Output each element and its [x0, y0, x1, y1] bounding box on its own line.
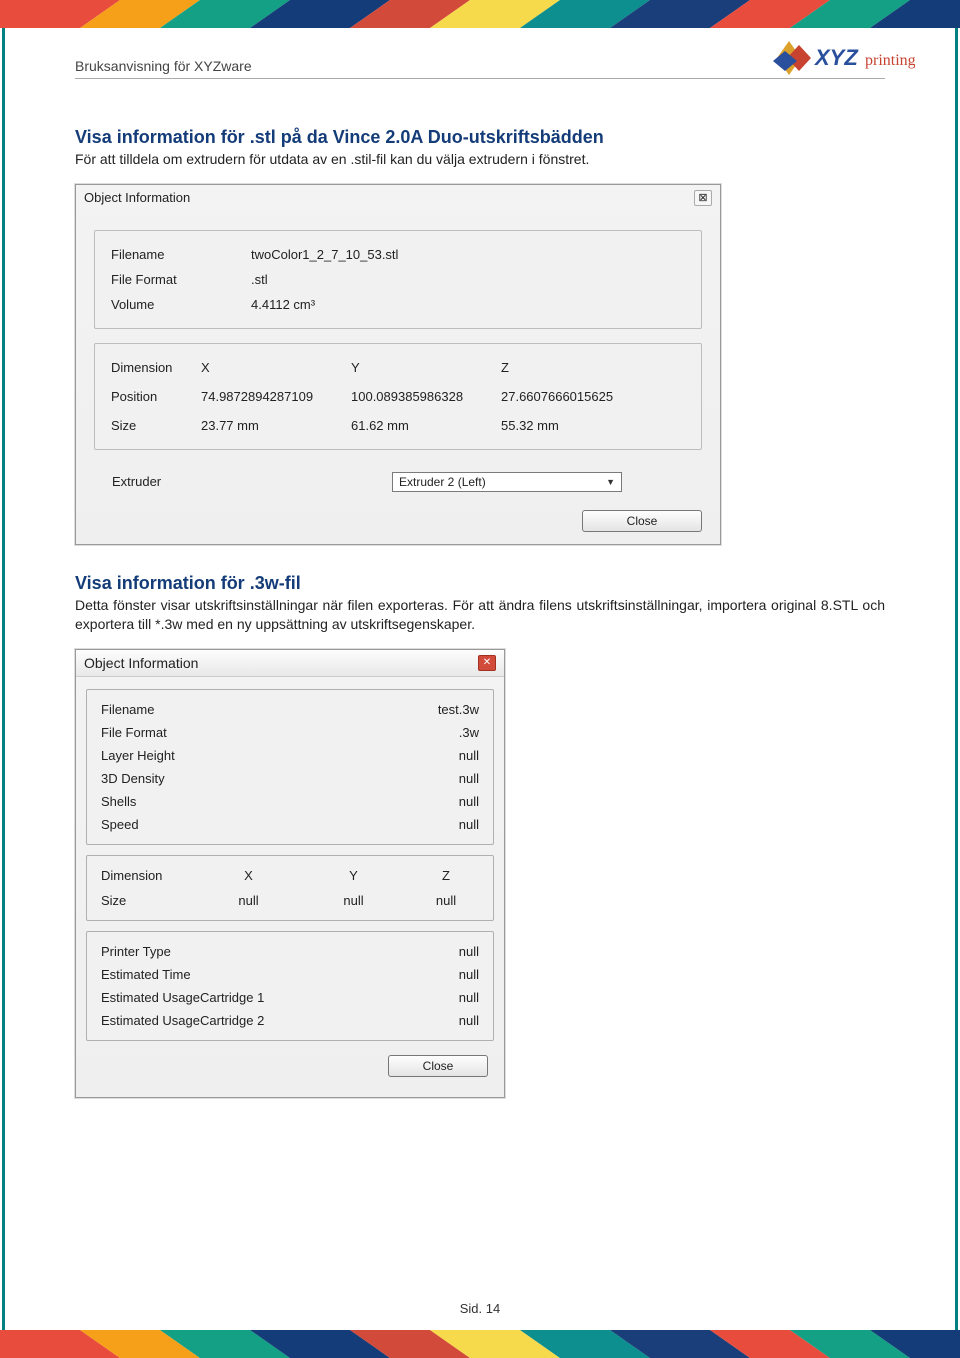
value-layerheight: null	[459, 748, 479, 763]
label-position: Position	[111, 389, 201, 404]
label-cart2: Estimated UsageCartridge 2	[101, 1013, 264, 1028]
page-header: Bruksanvisning för XYZware	[75, 58, 885, 79]
value-fileformat: .3w	[459, 725, 479, 740]
label-layerheight: Layer Height	[101, 748, 175, 763]
section1-title: Visa information för .stl på da Vince 2.…	[75, 127, 885, 148]
value-filename: test.3w	[438, 702, 479, 717]
top-banner	[0, 0, 960, 28]
svg-text:printing: printing	[865, 52, 915, 69]
label-speed: Speed	[101, 817, 139, 832]
value-filename: twoColor1_2_7_10_53.stl	[251, 247, 398, 262]
bottom-banner-svg	[0, 1330, 960, 1358]
label-dimension: Dimension	[101, 868, 196, 883]
value-size-x: null	[196, 893, 301, 908]
extruder-selected-value: Extruder 2 (Left)	[399, 475, 486, 489]
label-filename: Filename	[101, 702, 154, 717]
label-y: Y	[351, 360, 501, 375]
label-fileformat: File Format	[101, 725, 167, 740]
section2-title: Visa information för .3w-fil	[75, 573, 885, 594]
dialog2-titlebar: Object Information ✕	[76, 650, 504, 677]
value-printertype: null	[459, 944, 479, 959]
value-size-x: 23.77 mm	[201, 418, 351, 433]
dialog2-fieldset-printer: Printer Type null Estimated Time null Es…	[86, 931, 494, 1041]
object-info-dialog-stl: Object Information ⊠ Filename twoColor1_…	[75, 184, 721, 545]
value-speed: null	[459, 817, 479, 832]
value-density: null	[459, 771, 479, 786]
top-banner-svg	[0, 0, 960, 28]
value-fileformat: .stl	[251, 272, 268, 287]
value-size-z: 55.32 mm	[501, 418, 651, 433]
page-footer: Sid. 14	[5, 1301, 955, 1316]
close-button[interactable]: Close	[582, 510, 702, 532]
label-z: Z	[406, 868, 486, 883]
dialog1-titlebar: Object Information ⊠	[76, 185, 720, 212]
bottom-banner	[0, 1330, 960, 1358]
page-frame: Bruksanvisning för XYZware XYZ printing …	[2, 28, 958, 1330]
doc-title: Bruksanvisning för XYZware	[75, 58, 252, 74]
dialog2-title-text: Object Information	[84, 655, 198, 671]
dialog1-fieldset-dim: Dimension X Y Z Position 74.987289428710…	[94, 343, 702, 450]
value-pos-y: 100.089385986328	[351, 389, 501, 404]
label-fileformat: File Format	[111, 272, 251, 287]
label-shells: Shells	[101, 794, 136, 809]
label-z: Z	[501, 360, 651, 375]
value-shells: null	[459, 794, 479, 809]
close-button[interactable]: Close	[388, 1055, 488, 1077]
close-icon[interactable]: ✕	[478, 655, 496, 671]
label-x: X	[201, 360, 351, 375]
value-size-y: 61.62 mm	[351, 418, 501, 433]
object-info-dialog-3w: Object Information ✕ Filename test.3w Fi…	[75, 649, 505, 1098]
value-pos-z: 27.6607666015625	[501, 389, 651, 404]
label-x: X	[196, 868, 301, 883]
dialog1-title-text: Object Information	[84, 190, 190, 205]
label-y: Y	[301, 868, 406, 883]
dialog2-fieldset-file: Filename test.3w File Format .3w Layer H…	[86, 689, 494, 845]
label-dimension: Dimension	[111, 360, 201, 375]
value-cart2: null	[459, 1013, 479, 1028]
dialog1-fieldset-file: Filename twoColor1_2_7_10_53.stl File Fo…	[94, 230, 702, 329]
label-size: Size	[111, 418, 201, 433]
value-cart1: null	[459, 990, 479, 1005]
section1-body: För att tilldela om extrudern för utdata…	[75, 150, 885, 170]
value-volume: 4.4112 cm³	[251, 297, 315, 312]
label-volume: Volume	[111, 297, 251, 312]
extruder-row: Extruder Extruder 2 (Left) ▼	[94, 464, 702, 496]
brand-logo: XYZ printing	[765, 33, 915, 88]
label-esttime: Estimated Time	[101, 967, 191, 982]
close-icon[interactable]: ⊠	[694, 190, 712, 206]
chevron-down-icon: ▼	[606, 477, 615, 487]
label-density: 3D Density	[101, 771, 165, 786]
extruder-select[interactable]: Extruder 2 (Left) ▼	[392, 472, 622, 492]
value-esttime: null	[459, 967, 479, 982]
label-filename: Filename	[111, 247, 251, 262]
label-printertype: Printer Type	[101, 944, 171, 959]
value-size-z: null	[406, 893, 486, 908]
svg-text:XYZ: XYZ	[813, 45, 859, 70]
value-pos-x: 74.9872894287109	[201, 389, 351, 404]
label-size: Size	[101, 893, 196, 908]
section2-body: Detta fönster visar utskriftsinställning…	[75, 596, 885, 635]
label-extruder: Extruder	[112, 474, 392, 489]
label-cart1: Estimated UsageCartridge 1	[101, 990, 264, 1005]
dialog2-fieldset-dim: Dimension X Y Z Size null null null	[86, 855, 494, 921]
value-size-y: null	[301, 893, 406, 908]
